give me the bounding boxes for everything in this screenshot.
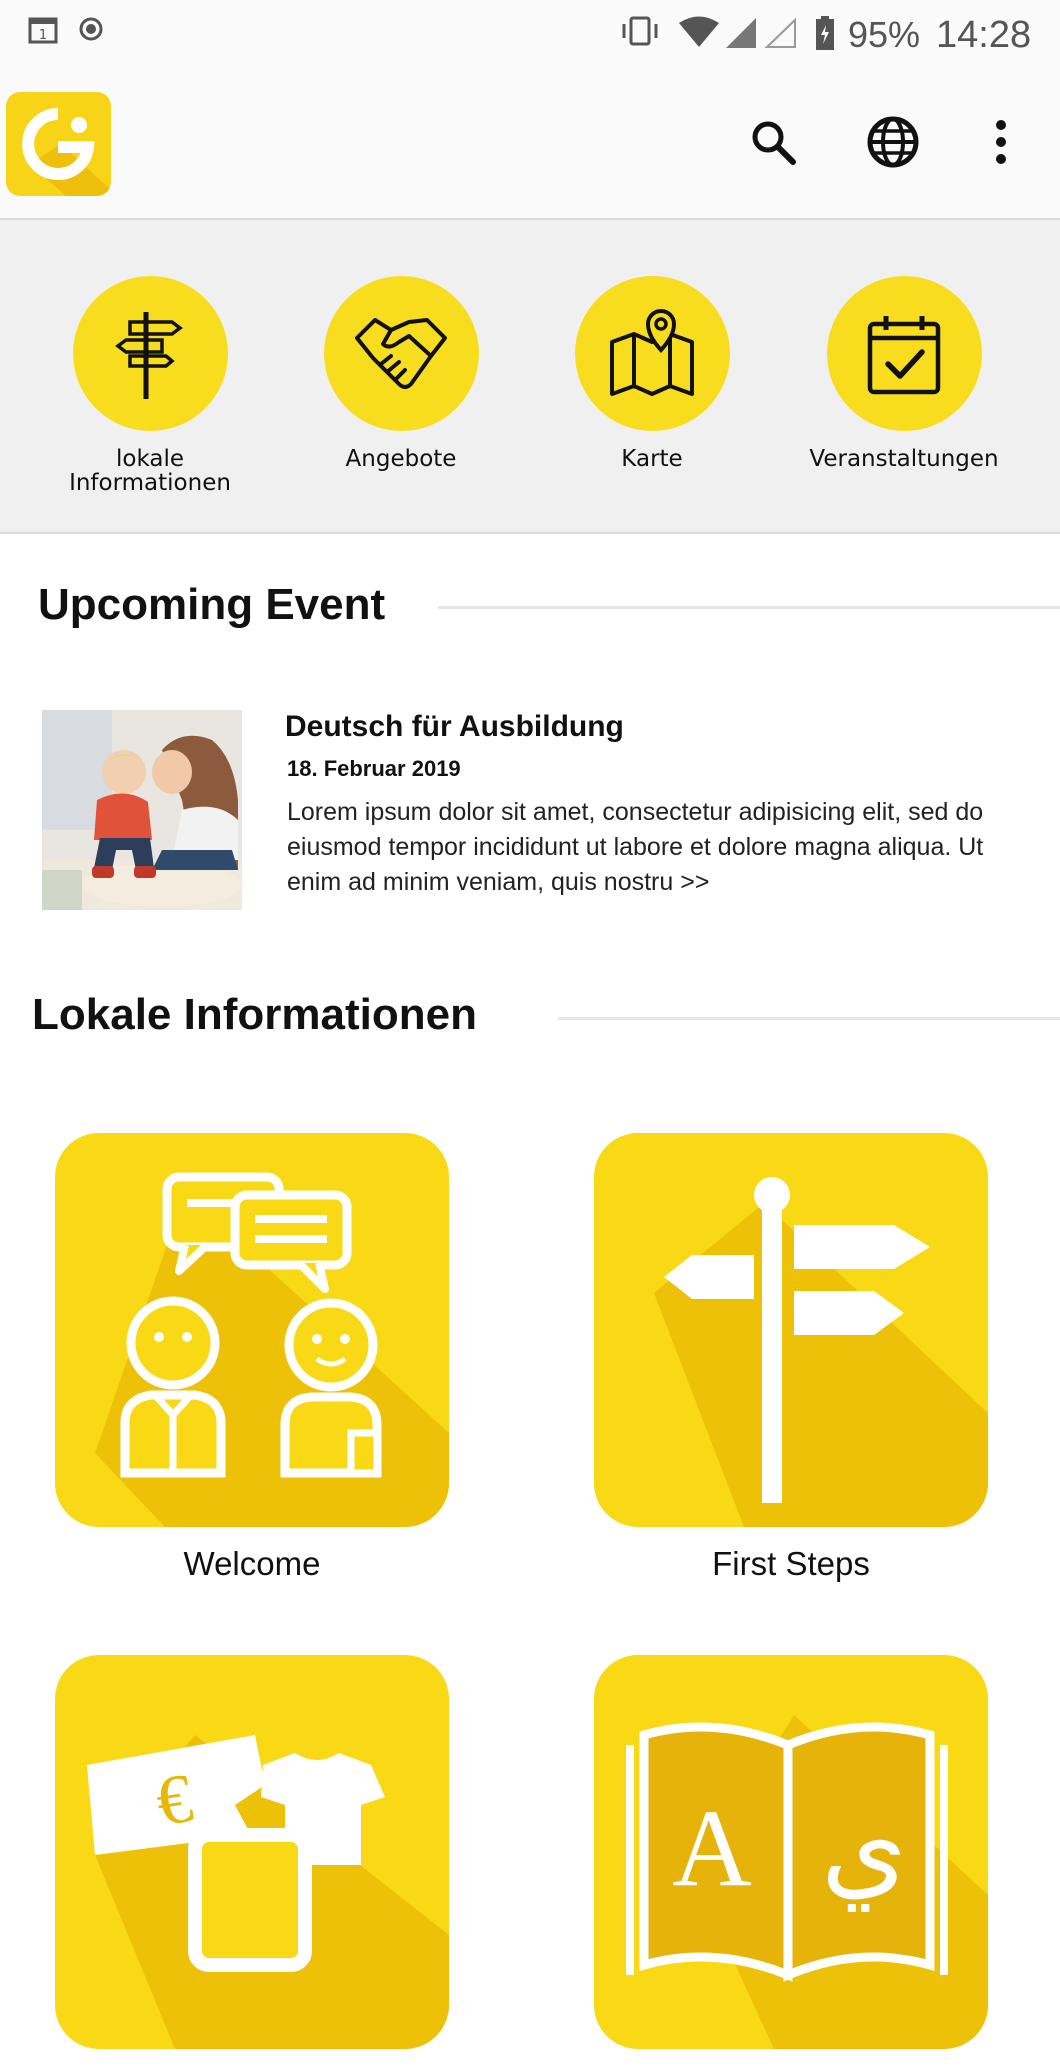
category-label: lokale Informationen: [69, 446, 231, 496]
app-bar: [0, 70, 1060, 220]
category-angebote[interactable]: Angebote: [281, 276, 521, 471]
svg-text:1: 1: [39, 28, 47, 43]
language-book-icon: A ي: [594, 1655, 988, 2049]
category-lokale-informationen[interactable]: lokale Informationen: [30, 276, 270, 495]
event-card[interactable]: Deutsch für Ausbildung 18. Februar 2019 …: [40, 710, 1020, 910]
event-date: 18. Februar 2019: [287, 756, 461, 781]
tile-welcome[interactable]: Welcome: [55, 1133, 449, 1583]
event-image: [42, 710, 242, 910]
record-icon: [78, 16, 104, 46]
section-divider: [438, 606, 1060, 609]
category-karte[interactable]: Karte: [532, 276, 772, 471]
shopping-icon: €: [55, 1655, 449, 2049]
signpost-icon: [72, 276, 228, 431]
signpost-icon: [594, 1133, 988, 1527]
category-label: Karte: [621, 446, 683, 472]
wifi-icon: [678, 16, 720, 52]
category-veranstaltungen[interactable]: Veranstaltungen: [784, 276, 1024, 471]
category-bar: lokale Informationen Angebote Karte Vera…: [0, 220, 1060, 534]
handshake-icon: [323, 276, 479, 431]
map-pin-icon: [574, 276, 730, 431]
battery-charging-icon: [814, 15, 836, 55]
more-options-button[interactable]: [970, 113, 1032, 175]
tile-label: Welcome: [183, 1545, 321, 1582]
category-label: Veranstaltungen: [809, 446, 999, 472]
tile-first-steps[interactable]: First Steps: [594, 1133, 988, 1583]
clock: 14:28: [936, 14, 1032, 56]
upcoming-event-heading: Upcoming Event: [38, 580, 386, 629]
svg-text:A: A: [672, 1787, 751, 1909]
section-divider: [558, 1017, 1060, 1020]
svg-text:ي: ي: [821, 1783, 907, 1912]
calendar-check-icon: [826, 276, 982, 431]
category-label: Angebote: [345, 446, 457, 472]
battery-percentage: 95%: [848, 14, 921, 55]
signal-icon: [724, 17, 758, 53]
globe-icon: [866, 115, 920, 173]
language-button[interactable]: [862, 113, 924, 175]
more-vert-icon: [993, 119, 1009, 169]
status-bar: 1 95% 14:28: [0, 0, 1060, 70]
calendar-notification-icon: 1: [28, 16, 58, 48]
tile-language[interactable]: A ي: [594, 1655, 988, 2067]
g-logo-icon[interactable]: [6, 92, 111, 196]
tile-shopping[interactable]: €: [55, 1655, 449, 2067]
local-info-heading: Lokale Informationen: [32, 990, 477, 1039]
tile-label: First Steps: [712, 1545, 870, 1582]
people-chat-icon: [55, 1133, 449, 1527]
event-title: Deutsch für Ausbildung: [285, 710, 624, 743]
event-description: Lorem ipsum dolor sit amet, consectetur …: [287, 798, 984, 896]
search-button[interactable]: [742, 113, 804, 175]
search-icon: [748, 117, 798, 171]
signal-empty-icon: [764, 17, 798, 53]
vibrate-icon: [618, 16, 662, 50]
